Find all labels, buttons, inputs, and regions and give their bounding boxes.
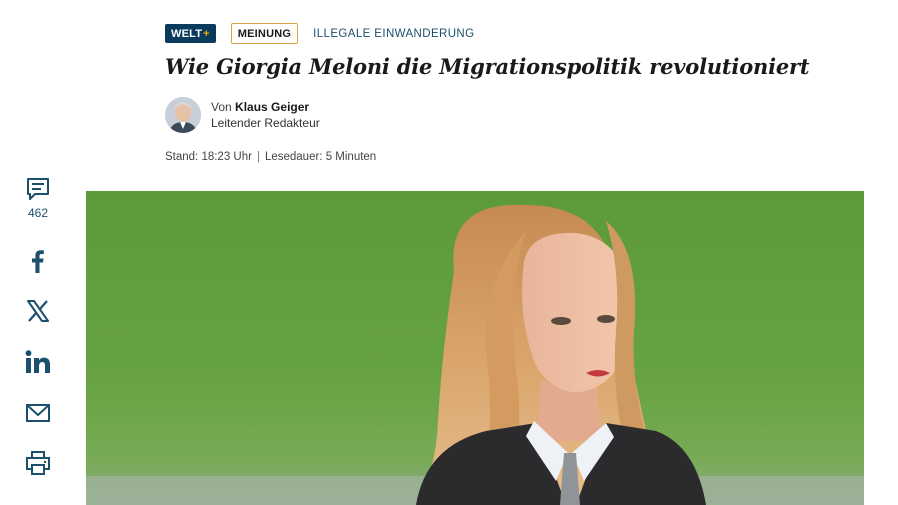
facebook-icon — [25, 248, 51, 274]
article-tagline: WELT + MEINUNG ILLEGALE EINWANDERUNG — [165, 23, 474, 44]
share-x-button[interactable] — [18, 298, 58, 324]
publish-time: Stand: 18:23 Uhr — [165, 151, 252, 163]
author-avatar[interactable] — [165, 97, 201, 133]
mail-icon — [24, 401, 52, 425]
plus-mark: + — [203, 27, 210, 40]
author-role: Leitender Redakteur — [211, 116, 320, 130]
share-facebook-button[interactable] — [18, 248, 58, 274]
author-prefix: Von — [211, 100, 232, 114]
print-icon — [24, 450, 52, 476]
author-block: Von Klaus Geiger Leitender Redakteur — [165, 97, 320, 133]
meta-separator: | — [256, 151, 260, 163]
x-icon — [25, 298, 51, 324]
welt-plus-label: WELT — [171, 27, 203, 40]
article-headline: Wie Giorgia Meloni die Migrationspolitik… — [165, 54, 810, 79]
topic-link[interactable]: ILLEGALE EINWANDERUNG — [313, 28, 474, 40]
author-name[interactable]: Klaus Geiger — [235, 100, 309, 114]
comments-button[interactable]: 462 — [18, 176, 58, 220]
comments-count: 462 — [27, 206, 49, 220]
print-button[interactable] — [18, 450, 58, 476]
linkedin-icon — [24, 349, 52, 375]
hero-image — [86, 191, 864, 505]
welt-plus-badge[interactable]: WELT + — [165, 24, 216, 43]
reading-time: Lesedauer: 5 Minuten — [264, 151, 377, 163]
share-linkedin-button[interactable] — [18, 349, 58, 375]
article-meta: Stand: 18:23 Uhr | Lesedauer: 5 Minuten — [165, 151, 376, 163]
comment-icon — [25, 176, 51, 202]
share-mail-button[interactable] — [18, 401, 58, 425]
author-text: Von Klaus Geiger Leitender Redakteur — [211, 99, 320, 131]
category-badge[interactable]: MEINUNG — [230, 23, 299, 44]
